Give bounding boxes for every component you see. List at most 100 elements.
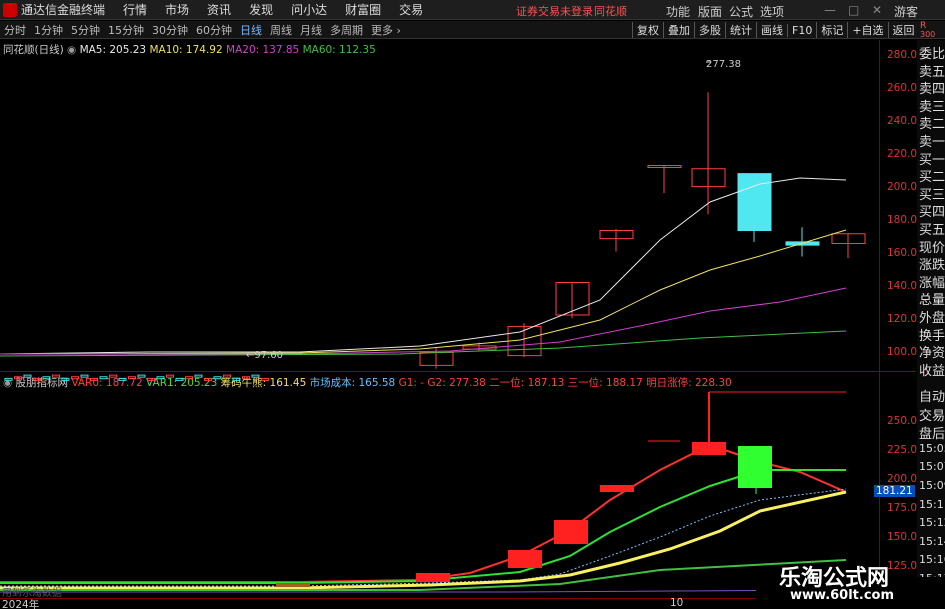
menu-trade[interactable]: 交易 <box>399 1 423 18</box>
trade-label: 15:05 <box>919 441 945 455</box>
var0-label: VAR0: 187.72 <box>71 377 143 389</box>
btn-add-watch[interactable]: +自选 <box>847 22 887 38</box>
tab-multi[interactable]: 多周期 <box>326 22 367 38</box>
quote-label: 外盘 <box>919 311 945 326</box>
minimize-icon[interactable]: — <box>824 3 836 17</box>
limit-up-label: 明日涨停: 228.30 <box>646 377 732 389</box>
quote-label: 净资 <box>919 346 945 362</box>
quote-label: 卖一 <box>919 135 945 150</box>
trade-label: 交易 <box>919 408 945 424</box>
quote-label: 买三 <box>919 187 945 203</box>
tab-5min[interactable]: 5分钟 <box>67 22 104 38</box>
btn-overlay[interactable]: 叠加 <box>663 22 694 38</box>
g2-label: G2: 277.38 <box>427 377 486 389</box>
level21-label: 二一位: 187.13 <box>489 377 565 389</box>
g1-label: G1: - <box>398 377 425 389</box>
right-toolbar: 复权 叠加 多股 统计 画线 F10 标记 +自选 返回 <box>632 21 919 39</box>
menu-options[interactable]: 选项 <box>760 3 784 20</box>
indicator-bar <box>276 583 310 587</box>
ma20-label: MA20: 137.85 <box>226 44 300 56</box>
tab-1min[interactable]: 1分钟 <box>30 22 67 38</box>
candle-body <box>599 230 634 240</box>
indicator-bar <box>692 442 726 455</box>
menu-ask[interactable]: 问小达 <box>291 1 327 18</box>
candle-body <box>737 173 772 231</box>
tab-60min[interactable]: 60分钟 <box>192 22 236 38</box>
quote-label: 卖四 <box>919 82 945 98</box>
month-label: 10 <box>670 597 684 609</box>
trade-label: 15:16 <box>919 553 945 567</box>
app-title: 通达信金融终端 <box>21 3 106 17</box>
quote-label: 涨幅 <box>919 275 945 291</box>
btn-multi-stock[interactable]: 多股 <box>694 22 725 38</box>
chart-canvas <box>0 40 916 609</box>
quote-label: 卖五 <box>919 64 945 80</box>
quote-label: 换手 <box>919 328 945 344</box>
settings-icon[interactable]: ◉ <box>67 44 76 56</box>
menu-bar: 通达信金融终端 行情 市场 资讯 发现 问小达 财富圈 交易 证券交易未登录 同… <box>0 0 945 20</box>
menu-news[interactable]: 资讯 <box>207 1 231 18</box>
green-base-line <box>0 559 847 591</box>
quote-label: 买一 <box>919 152 945 168</box>
ma60-label: MA60: 112.35 <box>302 44 376 56</box>
tab-15min[interactable]: 15分钟 <box>104 22 148 38</box>
tab-intraday[interactable]: 分时 <box>0 22 30 38</box>
tab-weekly[interactable]: 周线 <box>266 22 296 38</box>
login-notice[interactable]: 证券交易未登录 <box>516 3 593 19</box>
candle-body <box>419 351 454 366</box>
menu-market[interactable]: 市场 <box>165 1 189 18</box>
tab-more[interactable]: 更多 › <box>367 22 405 38</box>
ma5-label: MA5: 205.23 <box>79 44 147 56</box>
cost-label: 市场成本: 165.58 <box>309 377 396 389</box>
var0-line <box>0 443 847 583</box>
btn-mark[interactable]: 标记 <box>816 22 847 38</box>
candle-body <box>555 282 590 316</box>
btn-stats[interactable]: 统计 <box>725 22 756 38</box>
year-label: 2024年 <box>2 599 40 609</box>
main-legend: 同花顺(日线) ◉ MA5: 205.23 MA10: 174.92 MA20:… <box>3 42 376 57</box>
high-label: 277.38 <box>706 59 741 70</box>
level31-label: 三一位: 188.17 <box>567 377 643 389</box>
ma20-line <box>0 287 847 355</box>
menu-layout[interactable]: 版面 <box>698 3 722 20</box>
indicator-settings-icon[interactable]: ◉ <box>3 377 12 389</box>
indicator-chart <box>0 391 847 593</box>
broker-name[interactable]: 同花顺 <box>594 3 627 19</box>
quote-label: 涨跌 <box>919 258 945 274</box>
quote-label: 买四 <box>919 205 945 221</box>
btn-restore-rights[interactable]: 复权 <box>632 22 663 38</box>
indicator-bar <box>416 573 450 582</box>
chip-line <box>0 490 847 590</box>
candle-body <box>507 325 542 357</box>
tab-30min[interactable]: 30分钟 <box>148 22 192 38</box>
menu-discover[interactable]: 发现 <box>249 1 273 18</box>
tab-daily[interactable]: 日线 <box>236 22 266 38</box>
current-value-badge: 181.21 <box>874 485 915 497</box>
btn-back[interactable]: 返回 <box>887 22 919 38</box>
maximize-icon[interactable]: □ <box>848 3 859 17</box>
quote-label: 卖二 <box>919 117 945 133</box>
menu-function[interactable]: 功能 <box>666 3 690 20</box>
trade-label: 15:09 <box>919 479 945 492</box>
trade-label: 15:14 <box>919 534 945 548</box>
cost-line <box>0 488 847 587</box>
candle-body <box>647 165 682 168</box>
var1-label: VAR1: 205.23 <box>146 377 218 389</box>
indicator-name[interactable]: 股朋指标网 <box>16 377 69 389</box>
close-icon[interactable]: ✕ <box>872 3 882 17</box>
r-value: 300 <box>920 30 936 39</box>
user-label[interactable]: 游客 <box>894 3 918 20</box>
btn-draw[interactable]: 画线 <box>756 22 787 38</box>
ma10-label: MA10: 174.92 <box>149 44 223 56</box>
candle-body <box>831 233 866 244</box>
btn-f10[interactable]: F10 <box>787 23 816 37</box>
ma5-line <box>0 177 847 355</box>
menu-formula[interactable]: 公式 <box>729 3 753 20</box>
trade-label: 15:11 <box>919 497 945 511</box>
menu-quotes[interactable]: 行情 <box>123 1 147 18</box>
stock-name[interactable]: 同花顺(日线) <box>3 44 64 56</box>
main-chart <box>0 61 866 381</box>
menu-wealth[interactable]: 财富圈 <box>345 1 381 18</box>
low-label: ←97.60 <box>246 350 284 361</box>
tab-monthly[interactable]: 月线 <box>296 22 326 38</box>
